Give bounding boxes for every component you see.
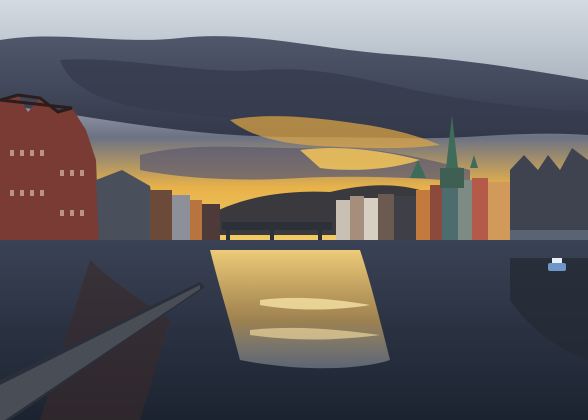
- photo-scene: [0, 0, 588, 420]
- scene-svg: [0, 0, 588, 420]
